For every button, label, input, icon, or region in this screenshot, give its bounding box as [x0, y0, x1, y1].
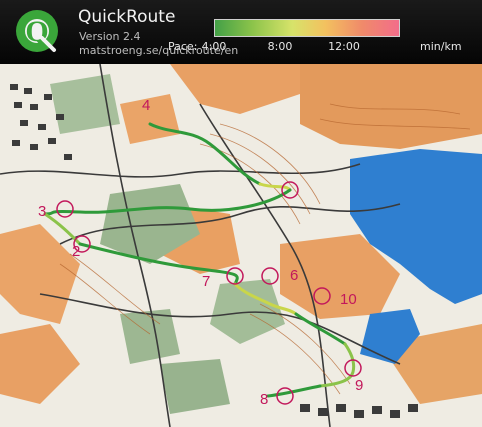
control-number: 2: [72, 243, 80, 260]
quickroute-window: Q QuickRoute Version 2.4 matstroeng.se/q…: [0, 0, 482, 427]
pace-label: Pace:: [168, 40, 198, 53]
control-number: 8: [260, 391, 268, 408]
green-vegetation: [50, 74, 120, 134]
control-number: 6: [290, 267, 298, 284]
open-land-area: [300, 64, 482, 149]
quickroute-logo: Q: [16, 10, 58, 52]
orienteering-map[interactable]: 2 3 4 6 7 8 9 10: [0, 64, 482, 427]
pace-tick: 8:00: [267, 40, 293, 53]
pace-tick: 12:00: [328, 40, 360, 53]
control-number: 4: [142, 97, 150, 114]
pace-color-scale: [214, 19, 400, 37]
header-bar: Q QuickRoute Version 2.4 matstroeng.se/q…: [0, 0, 482, 64]
app-version: Version 2.4: [79, 30, 141, 43]
control-number: 3: [38, 203, 46, 220]
control-number: 9: [355, 377, 363, 394]
pace-unit: min/km: [420, 40, 462, 53]
control-number: 7: [202, 273, 210, 290]
control-number: 10: [340, 291, 357, 308]
pace-tick: 4:00: [201, 40, 227, 53]
green-vegetation: [160, 359, 230, 414]
app-name: QuickRoute: [78, 7, 176, 27]
